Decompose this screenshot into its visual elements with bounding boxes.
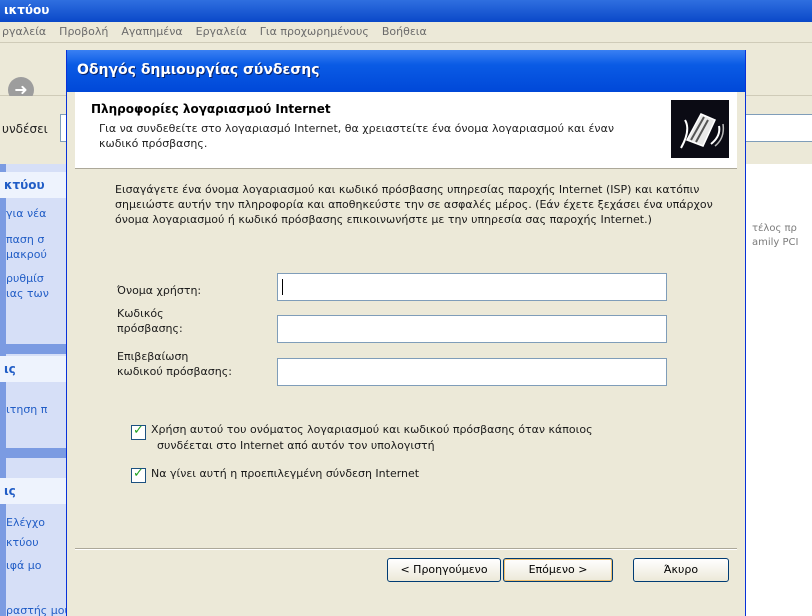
cancel-button[interactable]: Άκυρο — [633, 558, 729, 582]
task-pane-header-network[interactable]: κτύου — [0, 172, 66, 198]
task-link[interactable]: ιτηση π — [6, 403, 47, 416]
username-field[interactable] — [277, 273, 667, 301]
task-link[interactable]: ραστής μου — [6, 604, 66, 616]
password-label-line1: Κωδικός — [117, 307, 164, 320]
default-connection-label[interactable]: Να γίνει αυτή η προεπιλεγμένη σύνδεση In… — [151, 466, 419, 481]
modem-phone-icon — [671, 100, 729, 158]
back-button[interactable]: < Προηγούμενο — [387, 558, 501, 582]
header-subtitle: Για να συνδεθείτε στο λογαριασμό Interne… — [99, 122, 614, 150]
text-caret — [282, 279, 283, 295]
confirm-password-field[interactable] — [277, 358, 667, 386]
username-label: Όνομα χρήστη: — [117, 284, 202, 297]
menu-item-advanced[interactable]: Για προχωρημένους — [258, 22, 380, 38]
button-separator — [75, 548, 737, 550]
background-sidebar: κτύου για νέα παση σ μακρού ρυθμίσ ιας τ… — [0, 164, 66, 616]
task-link[interactable]: μακρού — [6, 248, 47, 261]
task-link[interactable]: ιας των — [6, 287, 49, 300]
menu-item-help[interactable]: Βοήθεια — [380, 22, 438, 38]
password-field[interactable] — [277, 315, 667, 343]
password-label-line2: πρόσβασης: — [117, 322, 183, 335]
task-link[interactable]: για νέα — [6, 207, 46, 220]
task-link[interactable]: παση σ — [6, 233, 44, 246]
background-device-text: τέλος πρ amily PCI — [752, 222, 798, 250]
use-for-all-users-label-line2[interactable]: συνδέεται στο Internet από αυτόν τον υπο… — [157, 438, 435, 453]
address-label: υνδέσει — [2, 122, 48, 136]
checkmark-icon: ✓ — [133, 423, 144, 438]
confirm-password-label-line2: κωδικού πρόσβασης: — [117, 365, 232, 378]
task-pane-header-details[interactable]: ις — [0, 478, 66, 504]
task-link[interactable]: Ελέγχο — [6, 516, 45, 529]
confirm-password-label-line1: Επιβεβαίωση — [117, 350, 189, 363]
header-title: Πληροφορίες λογαριασμού Internet — [91, 102, 331, 116]
menu-item-view[interactable]: Προβολή — [57, 22, 119, 38]
background-device-line: amily PCI — [752, 237, 799, 248]
new-connection-wizard-dialog: Οδηγός δημιουργίας σύνδεσης Πληροφορίες … — [66, 50, 746, 616]
task-link[interactable]: ιφά μο — [6, 559, 41, 572]
task-link[interactable]: ρυθμίσ — [6, 272, 44, 285]
dialog-title-bar[interactable]: Οδηγός δημιουργίας σύνδεσης — [67, 50, 745, 92]
use-for-all-users-label-line1[interactable]: Χρήση αυτού του ονόματος λογαριασμού και… — [151, 422, 593, 437]
background-title: ικτύου — [4, 3, 50, 17]
background-menu-bar: ργαλεία Προβολή Αγαπημένα Εργαλεία Για προχω… — [0, 22, 812, 43]
dialog-title: Οδηγός δημιουργίας σύνδεσης — [77, 62, 320, 78]
task-pane-header-other[interactable]: ις — [0, 356, 66, 382]
intro-text: Εισαγάγετε ένα όνομα λογαριασμού και κωδ… — [115, 183, 713, 226]
menu-item-tools[interactable]: Εργαλεία — [194, 22, 258, 38]
menu-item-tools-partial[interactable]: ργαλεία — [0, 22, 57, 38]
background-device-line: τέλος πρ — [752, 223, 797, 234]
task-link[interactable]: κτύου — [6, 536, 39, 549]
wizard-header: Πληροφορίες λογαριασμού Internet Για να … — [75, 92, 737, 169]
use-for-all-users-checkbox[interactable]: ✓ — [131, 423, 146, 440]
background-title-bar: ικτύου — [0, 0, 812, 22]
menu-item-favorites[interactable]: Αγαπημένα — [119, 22, 193, 38]
checkmark-icon: ✓ — [133, 466, 144, 481]
next-button[interactable]: Επόμενο > — [503, 558, 613, 582]
default-connection-checkbox[interactable]: ✓ — [131, 466, 146, 483]
